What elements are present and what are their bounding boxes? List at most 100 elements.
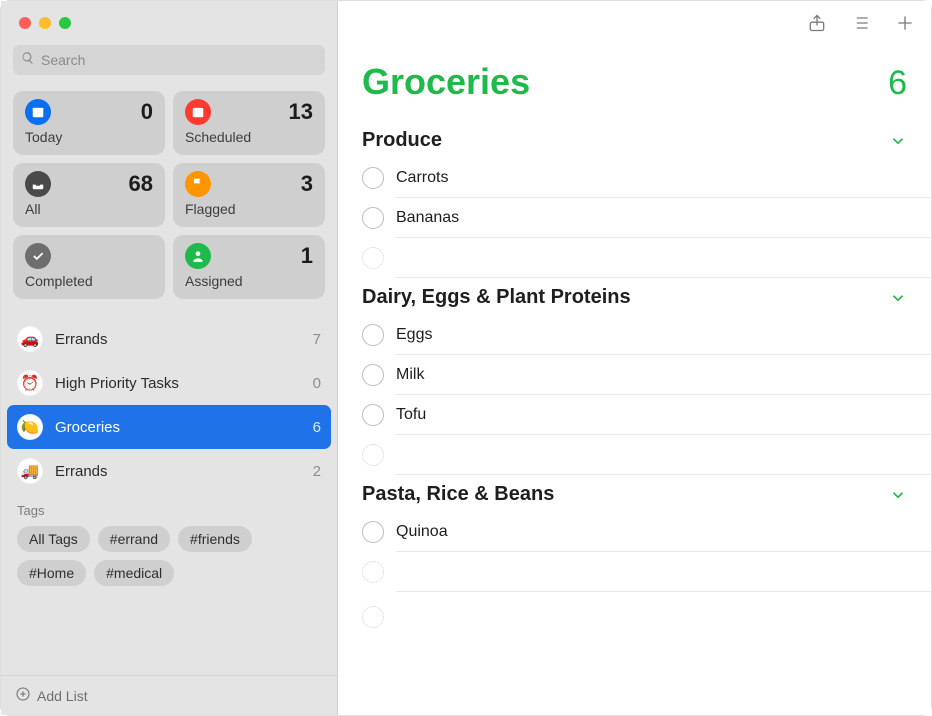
search-field[interactable] bbox=[13, 45, 325, 75]
section-header-2[interactable]: Pasta, Rice & Beans bbox=[338, 475, 931, 510]
section-title: Pasta, Rice & Beans bbox=[362, 483, 554, 506]
flag-icon bbox=[185, 171, 211, 197]
chevron-down-icon[interactable] bbox=[889, 132, 907, 150]
complete-circle-icon[interactable] bbox=[362, 167, 384, 189]
reminder-row[interactable]: Bananas bbox=[396, 198, 931, 238]
section-items-1: Eggs Milk Tofu bbox=[338, 313, 931, 475]
empty-circle-icon bbox=[362, 606, 384, 628]
empty-circle-icon bbox=[362, 247, 384, 269]
chevron-down-icon[interactable] bbox=[889, 486, 907, 504]
sidebar-list-1[interactable]: ⏰High Priority Tasks0 bbox=[1, 361, 337, 405]
reminder-text: Tofu bbox=[396, 406, 426, 424]
plus-circle-icon bbox=[15, 686, 31, 705]
add-list-label: Add List bbox=[37, 688, 88, 704]
complete-circle-icon[interactable] bbox=[362, 521, 384, 543]
reminder-row[interactable]: Eggs bbox=[396, 315, 931, 355]
new-reminder-placeholder[interactable] bbox=[338, 592, 931, 628]
complete-circle-icon[interactable] bbox=[362, 207, 384, 229]
list-emoji-icon: 🍋 bbox=[17, 414, 43, 440]
list-title: Groceries bbox=[362, 61, 530, 103]
window-controls bbox=[1, 1, 337, 37]
smart-assigned[interactable]: 1 Assigned bbox=[173, 235, 325, 299]
list-total: 6 bbox=[888, 64, 907, 103]
list-count: 7 bbox=[313, 331, 321, 348]
complete-circle-icon[interactable] bbox=[362, 364, 384, 386]
list-count: 2 bbox=[313, 463, 321, 480]
section-header-0[interactable]: Produce bbox=[338, 121, 931, 156]
list-count: 6 bbox=[313, 419, 321, 436]
smart-scheduled-count: 13 bbox=[211, 99, 313, 125]
person-icon bbox=[185, 243, 211, 269]
reminder-row[interactable]: Tofu bbox=[396, 395, 931, 435]
chevron-down-icon[interactable] bbox=[889, 289, 907, 307]
reminder-text: Eggs bbox=[396, 326, 432, 344]
sidebar: 0 Today 13 Scheduled 68 All 3 Flagged bbox=[1, 1, 338, 715]
list-name: High Priority Tasks bbox=[55, 375, 313, 392]
new-reminder-row[interactable] bbox=[396, 238, 931, 278]
reminder-text: Bananas bbox=[396, 209, 459, 227]
complete-circle-icon[interactable] bbox=[362, 324, 384, 346]
smart-today[interactable]: 0 Today bbox=[13, 91, 165, 155]
list-name: Groceries bbox=[55, 419, 313, 436]
add-list-button[interactable]: Add List bbox=[1, 675, 337, 715]
share-icon[interactable] bbox=[807, 13, 827, 38]
new-reminder-row[interactable] bbox=[396, 435, 931, 475]
calendar-icon bbox=[185, 99, 211, 125]
tags-header: Tags bbox=[17, 503, 321, 518]
list-name: Errands bbox=[55, 331, 313, 348]
sidebar-list-2[interactable]: 🍋 Groceries6 bbox=[7, 405, 331, 449]
reminder-row[interactable]: Carrots bbox=[396, 158, 931, 198]
section-items-2: Quinoa bbox=[338, 510, 931, 592]
reminder-text: Carrots bbox=[396, 169, 448, 187]
smart-flagged-count: 3 bbox=[211, 171, 313, 197]
checkmark-icon bbox=[25, 243, 51, 269]
list-emoji-icon: 🚗 bbox=[17, 326, 43, 352]
reminder-text: Milk bbox=[396, 366, 424, 384]
smart-assigned-label: Assigned bbox=[185, 273, 313, 289]
smart-today-count: 0 bbox=[51, 99, 153, 125]
section-items-0: Carrots Bananas bbox=[338, 156, 931, 278]
smart-flagged-label: Flagged bbox=[185, 201, 313, 217]
empty-circle-icon bbox=[362, 561, 384, 583]
reminder-row[interactable]: Quinoa bbox=[396, 512, 931, 552]
main-panel: Groceries 6 Produce Carrots Bananas Dairy, … bbox=[338, 1, 931, 715]
tray-icon bbox=[25, 171, 51, 197]
tag--friends[interactable]: #friends bbox=[178, 526, 252, 552]
smart-scheduled-label: Scheduled bbox=[185, 129, 313, 145]
section-title: Dairy, Eggs & Plant Proteins bbox=[362, 286, 631, 309]
empty-circle-icon bbox=[362, 444, 384, 466]
calendar-day-icon bbox=[25, 99, 51, 125]
close-window[interactable] bbox=[19, 17, 31, 29]
tags-section: Tags All Tags #errand #friends #Home #medica… bbox=[1, 499, 337, 596]
smart-all[interactable]: 68 All bbox=[13, 163, 165, 227]
section-header-1[interactable]: Dairy, Eggs & Plant Proteins bbox=[338, 278, 931, 313]
smart-scheduled[interactable]: 13 Scheduled bbox=[173, 91, 325, 155]
smart-flagged[interactable]: 3 Flagged bbox=[173, 163, 325, 227]
smart-today-label: Today bbox=[25, 129, 153, 145]
tag--errand[interactable]: #errand bbox=[98, 526, 170, 552]
search-icon bbox=[21, 51, 41, 70]
tag--medical[interactable]: #medical bbox=[94, 560, 174, 586]
smart-completed[interactable]: Completed bbox=[13, 235, 165, 299]
search-input[interactable] bbox=[41, 52, 317, 68]
minimize-window[interactable] bbox=[39, 17, 51, 29]
tag-all-tags[interactable]: All Tags bbox=[17, 526, 90, 552]
smart-completed-label: Completed bbox=[25, 273, 153, 289]
section-title: Produce bbox=[362, 129, 442, 152]
zoom-window[interactable] bbox=[59, 17, 71, 29]
new-reminder-row[interactable] bbox=[396, 552, 931, 592]
my-lists: 🚗 Errands7 ⏰High Priority Tasks0 🍋 Groceries… bbox=[1, 307, 337, 499]
tag--home[interactable]: #Home bbox=[17, 560, 86, 586]
reminder-row[interactable]: Milk bbox=[396, 355, 931, 395]
list-count: 0 bbox=[313, 375, 321, 392]
reminder-sections: Produce Carrots Bananas Dairy, Eggs & Plant… bbox=[338, 121, 931, 592]
sidebar-list-0[interactable]: 🚗 Errands7 bbox=[1, 317, 337, 361]
toolbar bbox=[338, 1, 931, 49]
smart-all-label: All bbox=[25, 201, 153, 217]
add-reminder-icon[interactable] bbox=[895, 13, 915, 38]
smart-assigned-count: 1 bbox=[211, 243, 313, 269]
sidebar-list-3[interactable]: 🚚Errands2 bbox=[1, 449, 337, 493]
list-view-icon[interactable] bbox=[851, 13, 871, 38]
smart-lists-grid: 0 Today 13 Scheduled 68 All 3 Flagged bbox=[1, 83, 337, 307]
complete-circle-icon[interactable] bbox=[362, 404, 384, 426]
